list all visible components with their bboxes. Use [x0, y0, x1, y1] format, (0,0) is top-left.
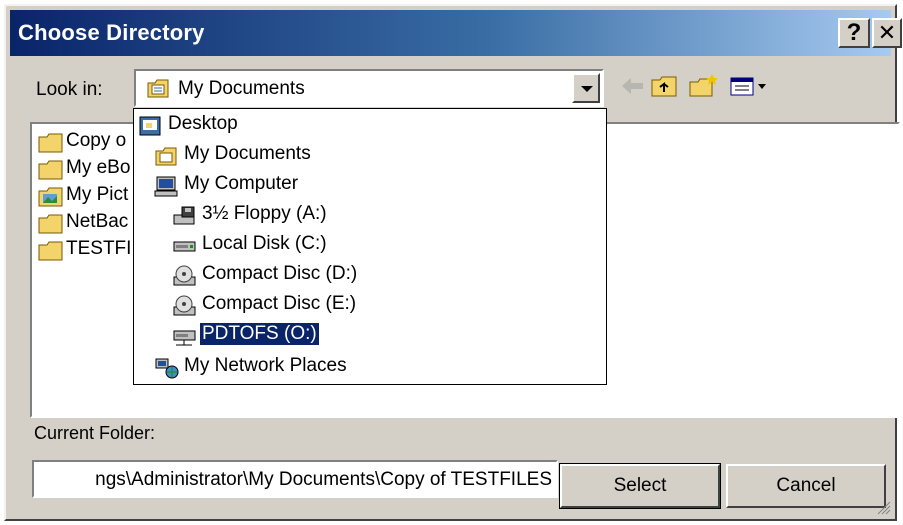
my-documents-icon	[155, 147, 177, 166]
network-drive-icon	[173, 330, 196, 346]
folder-icon	[38, 160, 63, 180]
floppy-drive-icon	[173, 206, 195, 225]
new-folder-icon[interactable]	[688, 72, 722, 100]
title-bar[interactable]: Choose Directory ? ✕	[10, 10, 902, 56]
folder-icon	[38, 133, 63, 153]
cancel-button-label: Cancel	[776, 475, 836, 496]
current-folder-path: ngs\Administrator\My Documents\Copy of T…	[95, 469, 552, 490]
my-computer-icon	[154, 176, 178, 197]
look-in-value: My Documents	[178, 78, 305, 99]
look-in-label: Look in:	[36, 79, 103, 100]
desktop-icon	[139, 116, 161, 136]
current-folder-path-field[interactable]: ngs\Administrator\My Documents\Copy of T…	[32, 460, 558, 498]
pictures-folder-icon	[38, 187, 63, 207]
cancel-button[interactable]: Cancel	[726, 464, 886, 508]
up-one-level-icon[interactable]	[650, 72, 684, 100]
current-folder-label: Current Folder:	[34, 423, 156, 443]
choose-directory-dialog: Choose Directory ? ✕ Look in: My Documen…	[4, 4, 902, 521]
view-menu-icon[interactable]	[728, 72, 774, 100]
folder-icon	[38, 241, 63, 261]
close-button[interactable]: ✕	[872, 18, 902, 48]
dialog-title: Choose Directory	[18, 20, 205, 45]
hard-disk-icon	[173, 241, 196, 252]
select-button-label: Select	[613, 475, 667, 496]
back-icon[interactable]	[618, 72, 648, 100]
look-in-dropdown-list[interactable]: Desktop My Documents My Computer 3½ Flop…	[133, 108, 607, 385]
cd-drive-icon	[173, 265, 196, 286]
close-icon: ✕	[877, 20, 897, 45]
resize-grip-icon[interactable]	[875, 499, 891, 515]
cd-drive-icon	[173, 295, 196, 316]
look-in-dropdown-button[interactable]	[572, 73, 600, 103]
my-documents-icon	[147, 79, 169, 98]
network-places-icon	[155, 358, 179, 379]
folder-icon	[38, 214, 63, 234]
help-button[interactable]: ?	[838, 18, 870, 48]
help-icon: ?	[846, 19, 862, 46]
look-in-combobox[interactable]: My Documents	[134, 69, 604, 107]
select-button[interactable]: Select	[559, 463, 721, 509]
